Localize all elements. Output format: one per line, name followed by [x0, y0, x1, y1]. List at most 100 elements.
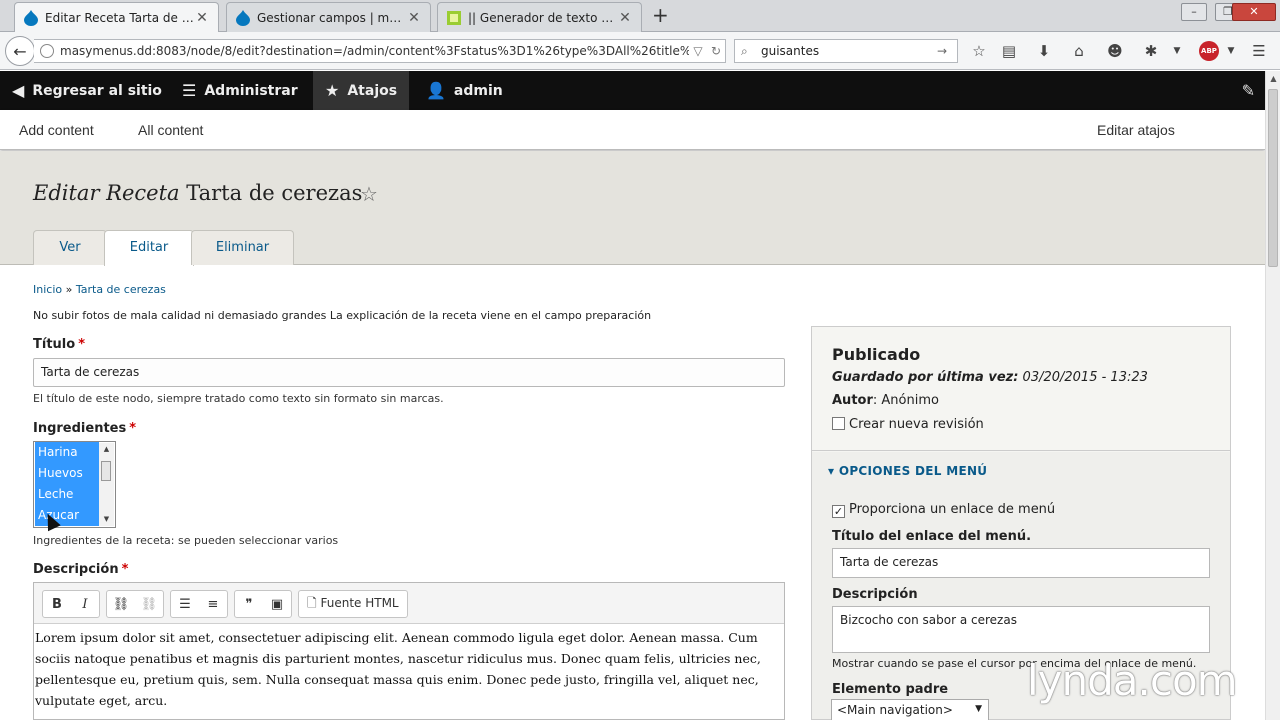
back-to-site-link[interactable]: ◀ Regresar al sitio — [0, 71, 174, 110]
adblock-icon[interactable]: ABP — [1199, 41, 1219, 61]
description-label-text: Descripción — [33, 562, 119, 577]
editor-source-group: 🗋 Fuente HTML — [298, 590, 408, 618]
back-arrow-circle-icon: ◀ — [12, 81, 25, 100]
home-icon[interactable]: ⌂ — [1068, 41, 1090, 61]
edit-shortcuts-link[interactable]: Editar atajos — [1097, 122, 1175, 138]
publish-status: Publicado — [832, 345, 921, 364]
manage-menu-button[interactable]: ☰ Administrar — [170, 71, 310, 110]
description-field-label: Descripción * — [33, 562, 128, 577]
publish-info: Publicado Guardado por última vez: 03/20… — [812, 327, 1230, 451]
star-icon: ★ — [325, 81, 340, 100]
title-input[interactable]: Tarta de cerezas — [33, 358, 785, 387]
extension-icon[interactable]: ✱ — [1140, 41, 1162, 61]
shortcuts-tray: Add content All content Editar atajos — [0, 110, 1265, 150]
ingredient-option[interactable]: Leche — [35, 484, 99, 505]
chevron-down-icon[interactable]: ▼ — [1220, 41, 1242, 61]
hamburger-menu-icon[interactable]: ☰ — [1248, 41, 1270, 61]
new-revision-option[interactable]: Crear nueva revisión — [832, 417, 984, 432]
browser-tab-text-generator[interactable]: || Generador de texto simul... ✕ — [437, 2, 642, 32]
all-content-link[interactable]: All content — [138, 122, 203, 138]
menu-link-title-input[interactable]: Tarta de cerezas — [832, 548, 1210, 578]
tab-view[interactable]: Ver — [33, 230, 107, 265]
add-content-link[interactable]: Add content — [19, 122, 94, 138]
link-icon[interactable]: ⛓ — [107, 597, 135, 612]
editor-link-group: ⛓ ⛓ — [106, 590, 164, 618]
provide-menu-link-checkbox[interactable]: ✓ — [832, 505, 845, 518]
star-icon[interactable]: ☆ — [360, 182, 378, 206]
scroll-down-arrow-icon[interactable]: ▼ — [99, 515, 114, 523]
source-html-button[interactable]: 🗋 Fuente HTML — [299, 594, 407, 615]
scrollbar-thumb[interactable] — [101, 461, 111, 481]
close-icon[interactable]: ✕ — [617, 10, 633, 26]
breadcrumb-current-link[interactable]: Tarta de cerezas — [76, 283, 166, 296]
breadcrumb-home-link[interactable]: Inicio — [33, 283, 62, 296]
numbered-list-icon[interactable]: ≡ — [199, 597, 227, 612]
new-revision-checkbox[interactable] — [832, 417, 845, 430]
author-value: : Anónimo — [872, 393, 939, 408]
chat-icon[interactable]: ☻ — [1104, 41, 1126, 61]
manage-label: Administrar — [204, 82, 298, 99]
bulleted-list-icon[interactable]: ☰ — [171, 597, 199, 612]
italic-icon[interactable]: I — [71, 597, 99, 612]
browser-tab-manage-fields[interactable]: Gestionar campos | masym... ✕ — [226, 2, 431, 32]
url-text: masymenus.dd:8083/node/8/edit?destinatio… — [60, 44, 689, 58]
blockquote-icon[interactable]: ❞ — [235, 597, 263, 612]
page-scrollbar-thumb[interactable] — [1268, 89, 1278, 267]
author-line: Autor: Anónimo — [832, 393, 939, 408]
description-editor[interactable]: B I ⛓ ⛓ ☰ ≡ ❞ ▣ 🗋 Fuente HTML Lorem ipsu… — [33, 582, 785, 720]
back-arrow-icon[interactable]: ← — [5, 36, 35, 66]
source-document-icon: 🗋 — [307, 595, 317, 610]
shortcuts-menu-button[interactable]: ★ Atajos — [313, 71, 410, 110]
scroll-up-arrow-icon[interactable]: ▲ — [99, 445, 114, 453]
help-text: No subir fotos de mala calidad ni demasi… — [33, 309, 652, 322]
image-icon[interactable]: ▣ — [263, 597, 291, 612]
close-icon[interactable]: ✕ — [406, 10, 422, 26]
bookmark-star-icon[interactable]: ☆ — [968, 41, 990, 61]
ingredients-description: Ingredientes de la receta: se pueden sel… — [33, 534, 339, 547]
menu-settings-title: OPCIONES DEL MENÚ — [838, 464, 988, 478]
breadcrumb-separator: » — [65, 283, 73, 296]
dropdown-arrow-icon[interactable]: ▽ — [689, 44, 707, 58]
reading-list-icon[interactable]: ▤ — [998, 41, 1020, 61]
browser-tab-strip: Editar Receta Tarta de cereza... ✕ Gesti… — [0, 0, 1280, 33]
back-to-site-label: Regresar al sitio — [32, 82, 162, 99]
search-input[interactable]: ⌕ guisantes → — [734, 39, 958, 63]
shortcuts-label: Atajos — [347, 82, 398, 99]
source-html-label: Fuente HTML — [320, 595, 399, 610]
window-close-button[interactable]: ✕ — [1232, 3, 1276, 21]
close-icon[interactable]: ✕ — [194, 10, 210, 26]
unlink-icon[interactable]: ⛓ — [135, 597, 163, 612]
menu-description-textarea[interactable]: Bizcocho con sabor a cerezas — [832, 606, 1210, 653]
provide-menu-link-option[interactable]: ✓ Proporciona un enlace de menú — [832, 502, 1055, 518]
browser-nav-bar: ← masymenus.dd:8083/node/8/edit?destinat… — [0, 32, 1280, 70]
menu-settings-toggle[interactable]: ▾ OPCIONES DEL MENÚ — [828, 464, 987, 478]
parent-item-value: <Main navigation> — [837, 703, 953, 717]
title-description: El título de este nodo, siempre tratado … — [33, 392, 444, 405]
multiselect-scrollbar[interactable]: ▲ ▼ — [99, 443, 114, 526]
tab-delete[interactable]: Eliminar — [191, 230, 294, 265]
tab-edit[interactable]: Editar — [104, 230, 194, 266]
new-tab-button[interactable]: + — [652, 5, 669, 25]
scroll-up-arrow-icon[interactable]: ▲ — [1266, 71, 1280, 86]
minimize-button[interactable]: – — [1181, 3, 1207, 21]
admin-toolbar: ◀ Regresar al sitio ☰ Administrar ★ Ataj… — [0, 71, 1265, 110]
ingredient-option[interactable]: Huevos — [35, 463, 99, 484]
download-icon[interactable]: ⬇ — [1033, 41, 1055, 61]
pencil-icon[interactable]: ✎ — [1242, 81, 1255, 100]
parent-item-select[interactable]: <Main navigation> ▼ — [831, 699, 989, 720]
last-saved-label: Guardado por última vez: — [832, 370, 1019, 385]
new-revision-label: Crear nueva revisión — [849, 417, 984, 432]
reload-icon[interactable]: ↻ — [707, 44, 725, 58]
browser-tab-edit-recipe[interactable]: Editar Receta Tarta de cereza... ✕ — [14, 2, 219, 33]
search-go-arrow-icon[interactable]: → — [937, 44, 957, 58]
user-menu-button[interactable]: 👤 admin — [414, 71, 515, 110]
bold-icon[interactable]: B — [43, 597, 71, 612]
page-title-prefix: Editar Receta — [33, 181, 180, 205]
title-label-text: Título — [33, 337, 76, 352]
page-scrollbar[interactable]: ▲ — [1265, 71, 1280, 720]
page-title-node: Tarta de cerezas — [186, 181, 363, 205]
ingredient-option[interactable]: Harina — [35, 442, 99, 463]
editor-content[interactable]: Lorem ipsum dolor sit amet, consectetuer… — [34, 624, 784, 714]
chevron-down-icon[interactable]: ▼ — [1166, 41, 1188, 61]
url-bar[interactable]: masymenus.dd:8083/node/8/edit?destinatio… — [34, 39, 726, 63]
